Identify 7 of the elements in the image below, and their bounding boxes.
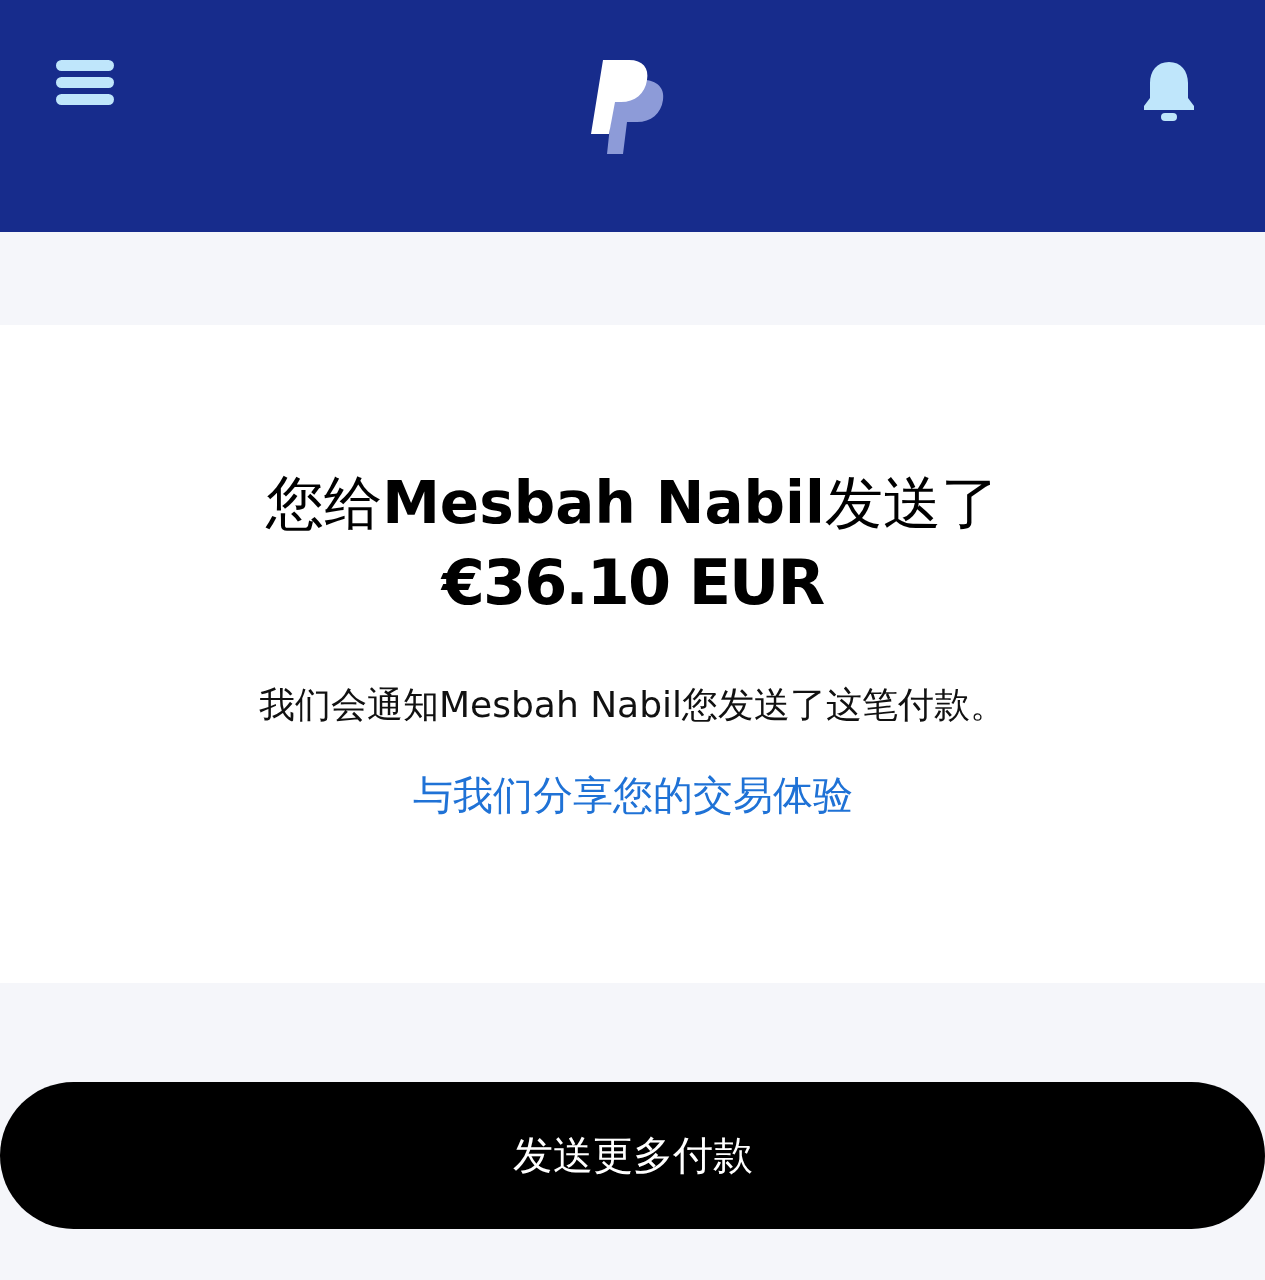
notification-message: 我们会通知Mesbah Nabil您发送了这笔付款。 — [259, 683, 1006, 727]
amount: €36.10 EUR — [441, 545, 824, 621]
confirmation-title: 您给Mesbah Nabil发送了 — [266, 468, 999, 539]
bell-icon[interactable] — [1143, 60, 1195, 122]
send-more-button[interactable]: 发送更多付款 — [0, 1082, 1265, 1229]
menu-icon[interactable] — [56, 60, 114, 106]
feedback-link[interactable]: 与我们分享您的交易体验 — [412, 768, 853, 823]
